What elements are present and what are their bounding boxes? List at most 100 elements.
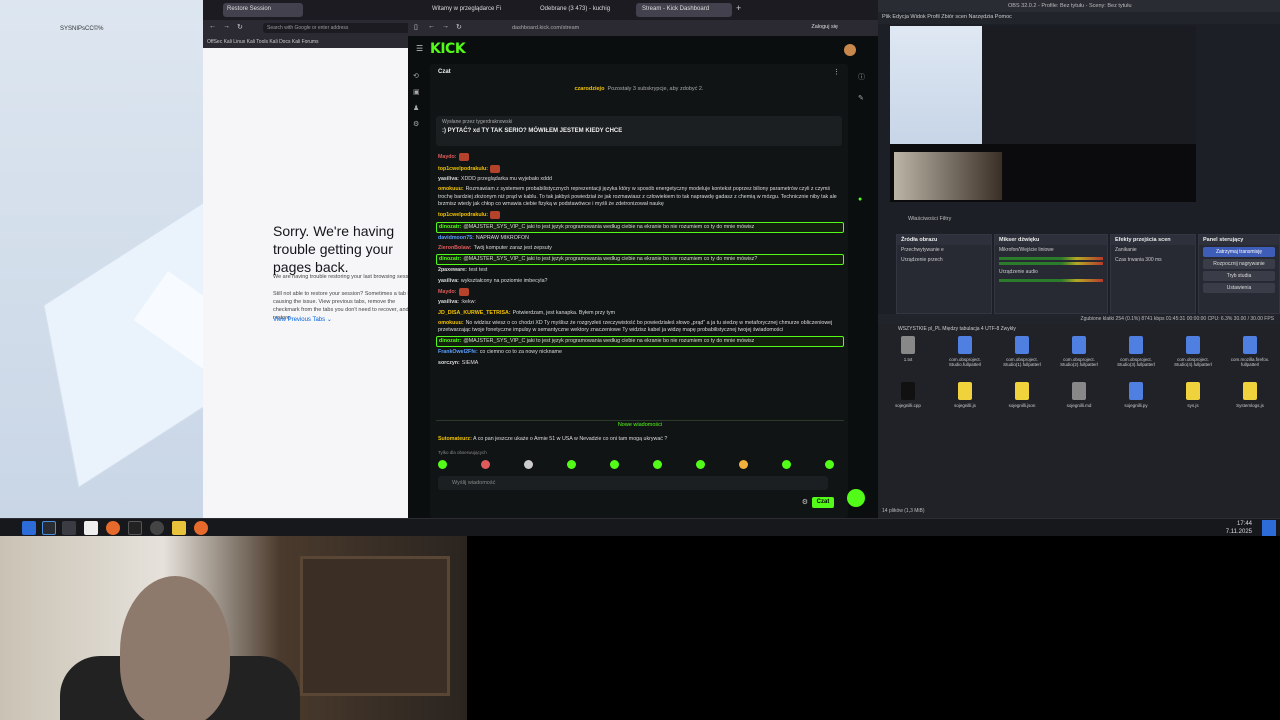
login-button[interactable]: Zaloguj się — [811, 24, 838, 30]
file-item[interactable]: com.obsproject. Studio.fullpatterl — [941, 336, 989, 367]
emote-icon[interactable] — [782, 460, 791, 469]
menu-bar[interactable]: Plik Edycja Widok Profil Zbiór scen Narz… — [878, 12, 1280, 24]
tab-firefox-welcome[interactable]: Witamy w przeglądarce Fi — [426, 3, 530, 17]
send-button[interactable]: Czat — [812, 497, 834, 508]
show-desktop-button[interactable] — [1262, 520, 1276, 536]
message-user[interactable]: ZieronBolaw: — [438, 245, 472, 251]
emote-icon[interactable] — [524, 460, 533, 469]
file-item[interactable]: sojegnilli.py — [1112, 382, 1160, 408]
avatar[interactable] — [844, 44, 856, 56]
file-item[interactable]: com.obsproject. Studio(2).fullpatterl — [1055, 336, 1103, 367]
file-item[interactable]: sojegnilli.js — [941, 382, 989, 408]
new-messages-divider[interactable]: Nowe wiadomości — [436, 420, 844, 428]
back-icon[interactable]: ← — [209, 23, 216, 30]
document-icon[interactable] — [84, 521, 98, 535]
error-title: Sorry. We're having trouble getting your… — [273, 223, 395, 275]
quick-action-button[interactable] — [847, 489, 865, 507]
message-user[interactable]: yasiliva: — [438, 176, 459, 182]
message-user[interactable]: omokuuu: — [438, 320, 464, 326]
files-icon[interactable] — [62, 521, 76, 535]
message-user[interactable]: sorczyn: — [438, 360, 460, 366]
emote-icon[interactable] — [610, 460, 619, 469]
url-bar[interactable]: dashboard.kick.com/stream — [508, 23, 788, 33]
message-user[interactable]: Maydo: — [438, 154, 457, 160]
source-item[interactable]: Przechwytywanie e — [897, 245, 991, 255]
emote-icon[interactable] — [567, 460, 576, 469]
tab-restore-session[interactable]: Restore Session — [223, 3, 303, 17]
edit-icon[interactable]: ✎ — [858, 94, 864, 102]
transition-duration[interactable]: Czas trwania 300 ms — [1111, 255, 1195, 265]
emote-icon[interactable] — [653, 460, 662, 469]
firefox-icon[interactable] — [194, 521, 208, 535]
message-user[interactable]: omokuuu: — [438, 186, 464, 192]
reload-icon[interactable]: ↻ — [237, 23, 243, 31]
sub-user[interactable]: czarodziejo — [574, 86, 604, 92]
url-bar[interactable]: Search with Google or enter address — [263, 23, 423, 33]
message-user[interactable]: top1cwelpodrakulu: — [438, 166, 488, 172]
file-item[interactable]: sojegnilli.json — [998, 382, 1046, 408]
file-item[interactable]: com.obsproject. Studio(4).fullpatterl — [1169, 336, 1217, 367]
kick-logo[interactable]: KICK — [430, 41, 466, 57]
message-user[interactable]: 2paxeware: — [438, 267, 467, 273]
view-previous-tabs-link[interactable]: View Previous Tabs ⌄ — [273, 316, 332, 323]
message-user[interactable]: FrankOwel2Ffe: — [438, 349, 478, 355]
start-menu-icon[interactable] — [22, 521, 36, 535]
file-item[interactable]: sojegnilli.cpp — [884, 382, 932, 408]
message-user[interactable]: dinozatr: — [439, 224, 461, 230]
chat-icon[interactable]: ● — [858, 196, 862, 203]
message-user[interactable]: yasiliva: — [438, 278, 459, 284]
properties-tabs[interactable]: Właściwości Filtry — [908, 216, 951, 222]
message-user[interactable]: JD_DISA_KURWE_TETRISA: — [438, 310, 511, 316]
info-icon[interactable]: ⓘ — [858, 72, 865, 82]
forward-icon[interactable]: → — [223, 23, 230, 30]
file-item[interactable]: com.obsproject. Studio(1).fullpatterl — [998, 336, 1046, 367]
settings-button[interactable]: Ustawienia — [1203, 283, 1275, 293]
emote-icon[interactable] — [696, 460, 705, 469]
source-item[interactable]: Urządzenie przech — [897, 255, 991, 265]
obs-icon[interactable] — [150, 521, 164, 535]
sidebar-icon[interactable]: ▯ — [414, 23, 418, 31]
dashboard-icon[interactable]: ⟲ — [413, 72, 419, 80]
gear-icon[interactable]: ⚙ — [802, 498, 808, 506]
back-icon[interactable]: ← — [428, 23, 435, 30]
file-item[interactable]: sojegnilli.md — [1055, 382, 1103, 408]
notes-icon[interactable] — [172, 521, 186, 535]
new-tab-icon[interactable]: + — [736, 3, 741, 13]
reload-icon[interactable]: ↻ — [456, 23, 462, 31]
stream-icon[interactable]: ▣ — [413, 88, 420, 96]
emote-icon[interactable] — [739, 460, 748, 469]
chat-input[interactable]: Wyślij wiadomość — [438, 476, 828, 490]
message-user[interactable]: Sutomateurz: — [438, 436, 472, 442]
file-item[interactable]: com.obsproject. Studio(3).fullpatterl — [1112, 336, 1160, 367]
file-item[interactable]: 1.txt — [884, 336, 932, 362]
menu-icon[interactable]: ☰ — [416, 44, 423, 53]
tab-mail[interactable]: Odebrane (3 473) - kuchig — [534, 3, 632, 17]
message-user[interactable]: dinozatr: — [439, 338, 461, 344]
emote-icon[interactable] — [825, 460, 834, 469]
message-user[interactable]: Maydo: — [438, 289, 457, 295]
message-user[interactable]: top1cwelpodrakulu: — [438, 212, 488, 218]
message-user[interactable]: davidmoon75: — [438, 235, 474, 241]
emote-icon[interactable] — [438, 460, 447, 469]
studio-mode-button[interactable]: Tryb studia — [1203, 271, 1275, 281]
settings-icon[interactable]: ⚙ — [413, 120, 419, 128]
file-item[interactable]: com.mozilla.firefox. fullpatterl — [1226, 336, 1274, 367]
workspace-icon[interactable] — [42, 521, 56, 535]
transition-select[interactable]: Zanikanie — [1111, 245, 1195, 255]
start-recording-button[interactable]: Rozpocznij nagrywanie — [1203, 259, 1275, 269]
file-item[interactable]: sys.js — [1169, 382, 1217, 408]
emote-icon[interactable] — [481, 460, 490, 469]
firefox-icon[interactable] — [106, 521, 120, 535]
message-user[interactable]: dinozatr: — [439, 256, 461, 262]
more-icon[interactable]: ⋮ — [833, 68, 840, 76]
clock[interactable]: 17:44 7.11.2025 — [1226, 520, 1252, 536]
tab-kick-dashboard[interactable]: Stream - Kick Dashboard — [636, 3, 732, 17]
firefox-tab-bar: Restore Session — [203, 0, 430, 20]
bookmarks-bar[interactable]: OffSec Kali Linux Kali Tools Kali Docs K… — [203, 36, 430, 48]
message-user[interactable]: yasiliva: — [438, 299, 459, 305]
forward-icon[interactable]: → — [442, 23, 449, 30]
stop-stream-button[interactable]: Zatrzymaj transmisję — [1203, 247, 1275, 257]
file-item[interactable]: Systemlogs.js — [1226, 382, 1274, 408]
community-icon[interactable]: ♟ — [413, 104, 419, 112]
terminal-icon[interactable] — [128, 521, 142, 535]
